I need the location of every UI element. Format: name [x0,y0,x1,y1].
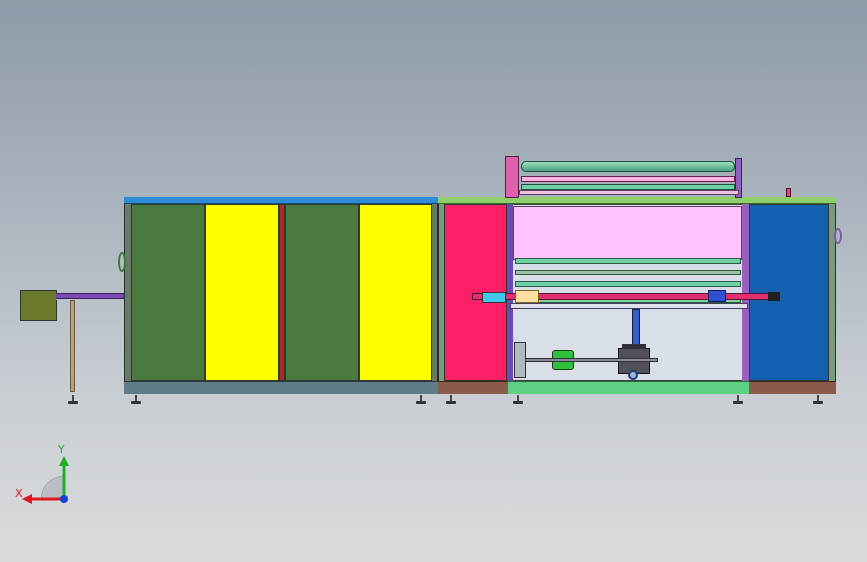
left-panel-yellow-1 [205,204,279,381]
center-window [513,206,742,260]
drive-gearbox-top [622,344,646,349]
top-roller-1 [521,161,735,172]
right-cabinet-base-center [508,381,749,394]
right-side-hinge [834,228,842,244]
cabinet-foot-3 [446,395,456,405]
roller-rail-1 [515,258,741,264]
top-roller-post-left [505,156,519,198]
top-roller-rail [519,190,739,195]
top-roller-2 [521,176,735,182]
shaft-end-dark [768,292,780,301]
left-cabinet-base [124,381,438,394]
left-panel-green-1 [131,204,205,381]
drive-shaft [518,358,658,362]
cabinet-foot-6 [813,395,823,405]
drive-bracket-left [514,342,526,378]
cabinet-foot-5 [733,395,743,405]
leg-foot [68,395,78,405]
top-knob [786,188,791,197]
support-leg [70,300,75,392]
triad-y-label: Y [58,443,65,456]
left-panel-yellow-2 [359,204,432,381]
roller-rail-3 [515,281,741,287]
shaft-coupling [708,290,726,302]
left-panel-green-2 [285,204,359,381]
cabinet-foot-4 [513,395,523,405]
drive-wheel [628,370,638,380]
cabinet-foot-2 [416,395,426,405]
cabinet-foot-1 [131,395,141,405]
right-cabinet-base-left [438,381,508,394]
roller-rail-2 [515,270,741,275]
cyan-sensor-box [482,292,506,303]
feed-arm-inner [56,299,126,300]
left-side-hinge [118,252,126,272]
left-cabinet-top-frame [124,197,438,204]
motor-box [20,290,57,321]
triad-x-label: X [15,487,23,500]
right-cabinet-base-right [749,381,836,394]
right-cabinet-top-frame [438,197,836,204]
shaft-collar [515,290,539,303]
cross-bar [510,303,748,309]
